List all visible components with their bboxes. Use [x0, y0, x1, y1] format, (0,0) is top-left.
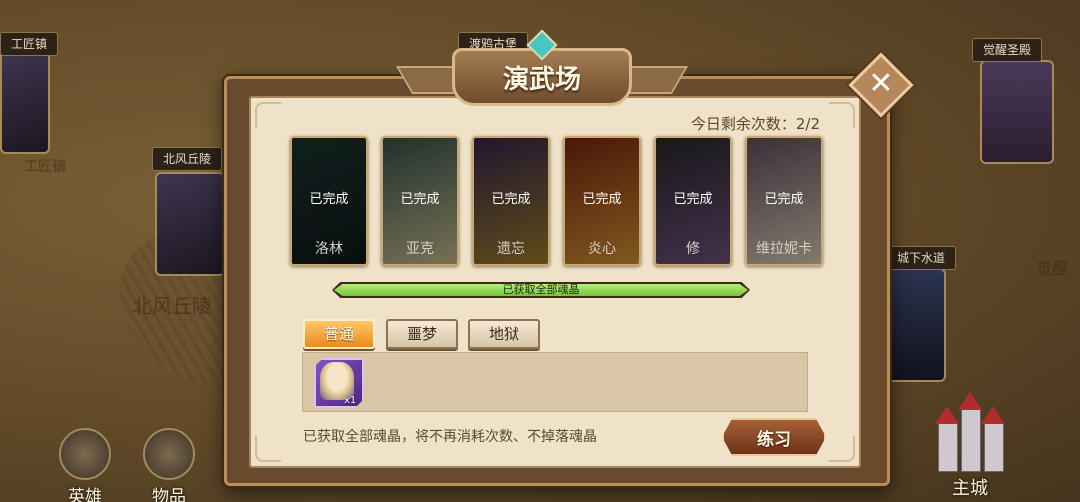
tab-nightmare[interactable]: 噩梦 [386, 319, 458, 349]
hero-card[interactable]: 已完成 亚克 [381, 136, 459, 266]
tab-normal[interactable]: 普通 [303, 319, 375, 349]
hero-card[interactable]: 已完成 维拉妮卡 [745, 136, 823, 266]
bag-icon [143, 428, 195, 480]
info-note: 已获取全部魂晶，将不再消耗次数、不掉落魂晶 [303, 429, 597, 445]
main-city-button[interactable]: 主城 [920, 392, 1020, 502]
location-label[interactable]: 城下水道 [886, 246, 957, 270]
remaining-attempts: 今日剩余次数：2/2 [690, 115, 820, 133]
hero-name: 炎心 [588, 241, 616, 257]
card-status: 已完成 [491, 192, 531, 207]
hero-card[interactable]: 已完成 炎心 [563, 136, 641, 266]
location-awakening-temple[interactable] [980, 60, 1054, 164]
location-label[interactable]: 工匠镇 [0, 32, 59, 56]
hero-card[interactable]: 已完成 遗忘 [472, 136, 550, 266]
hero-name: 修 [686, 241, 700, 257]
hero-name: 洛林 [315, 241, 343, 257]
card-status: 已完成 [764, 192, 804, 207]
nav-items-button[interactable]: 物品 [134, 422, 204, 502]
location-sewer[interactable] [886, 268, 946, 382]
card-status: 已完成 [309, 192, 349, 207]
location-north-wind-hills[interactable] [155, 172, 225, 276]
helmet-icon [59, 428, 111, 480]
location-label[interactable]: 北风丘陵 [152, 147, 223, 171]
progress-label: 已获取全部魂晶 [502, 283, 580, 296]
hero-card[interactable]: 已完成 修 [654, 136, 732, 266]
hero-name: 遗忘 [497, 241, 525, 257]
nav-label: 主城 [952, 478, 988, 499]
location-artisan-town[interactable] [0, 50, 50, 154]
nav-label: 英雄 [68, 487, 102, 502]
castle-icon [930, 392, 1010, 472]
location-label[interactable]: 觉醒圣殿 [972, 38, 1043, 62]
nav-heroes-button[interactable]: 英雄 [50, 422, 120, 502]
hero-card-list: 已完成 洛林 已完成 亚克 已完成 遗忘 已完成 炎心 已完成 修 已完成 维拉… [290, 136, 830, 266]
reward-area [302, 352, 808, 412]
close-icon[interactable]: ✕ [858, 62, 904, 108]
card-status: 已完成 [673, 192, 713, 207]
card-status: 已完成 [400, 192, 440, 207]
dialog-title: 演武场 [502, 64, 581, 95]
card-status: 已完成 [582, 192, 622, 207]
hero-name: 亚克 [406, 241, 434, 257]
hero-name: 维拉妮卡 [756, 241, 812, 257]
hero-card[interactable]: 已完成 洛林 [290, 136, 368, 266]
tab-hell[interactable]: 地狱 [468, 319, 540, 349]
reward-quantity: x1 [344, 395, 357, 406]
nav-label: 物品 [152, 487, 186, 502]
practice-button[interactable]: 练习 [722, 418, 826, 456]
dialog-title-plate: 演武场 [395, 29, 689, 106]
